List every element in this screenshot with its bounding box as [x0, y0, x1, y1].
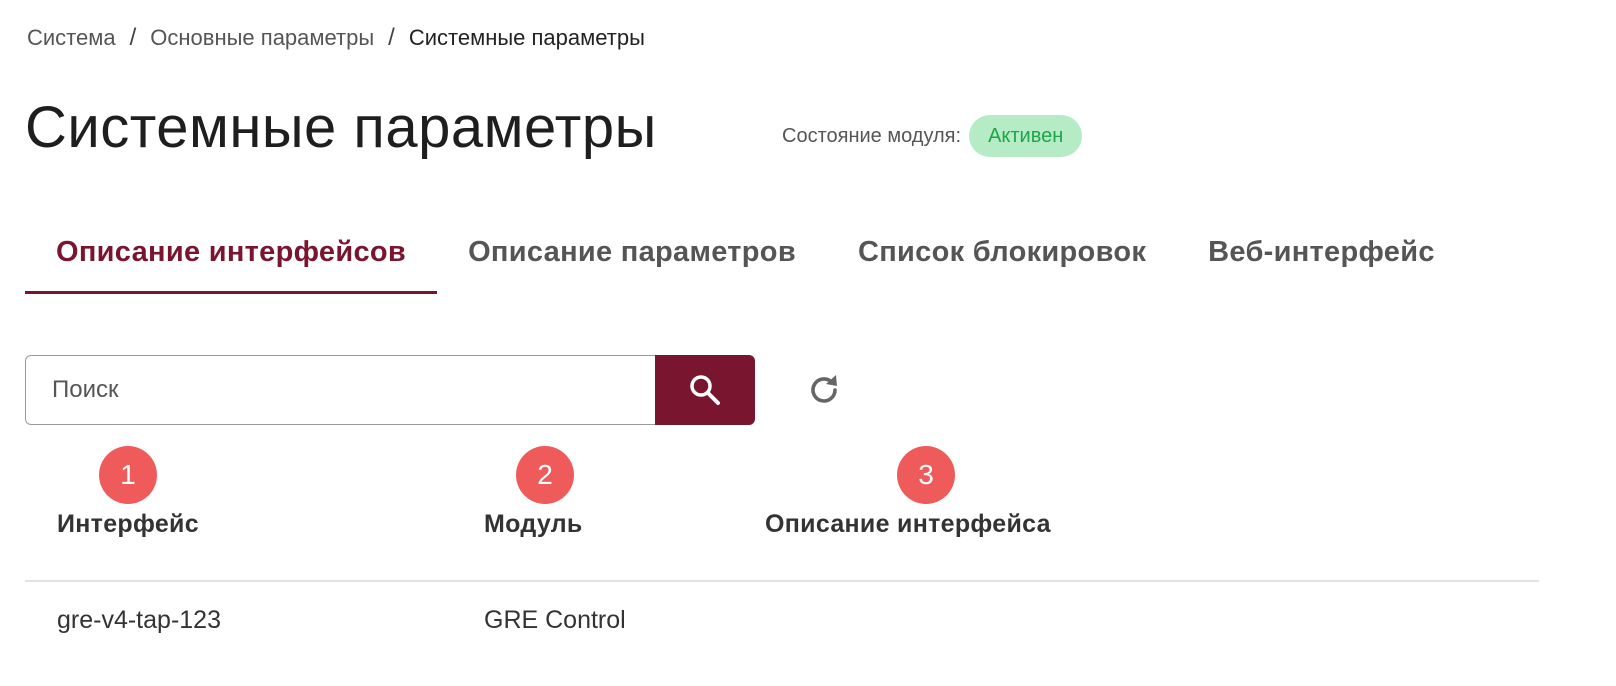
search-bar — [25, 355, 755, 425]
tab-locks[interactable]: Список блокировок — [827, 226, 1177, 294]
cell-interface: gre-v4-tap-123 — [57, 606, 221, 634]
table-divider — [25, 580, 1539, 582]
marker-2: 2 — [516, 446, 574, 504]
marker-3: 3 — [897, 446, 955, 504]
marker-1: 1 — [99, 446, 157, 504]
breadcrumb: Система / Основные параметры / Системные… — [27, 24, 645, 52]
tab-parameters[interactable]: Описание параметров — [437, 226, 827, 294]
search-input[interactable] — [25, 355, 655, 425]
tab-bar: Описание интерфейсов Описание параметров… — [25, 226, 1466, 294]
breadcrumb-separator: / — [388, 24, 395, 51]
tab-interfaces[interactable]: Описание интерфейсов — [25, 226, 438, 294]
column-header-module[interactable]: Модуль — [484, 510, 583, 539]
page-title: Системные параметры — [25, 95, 657, 160]
search-icon — [690, 375, 720, 405]
page: Система / Основные параметры / Системные… — [0, 0, 1616, 686]
column-header-interface[interactable]: Интерфейс — [57, 510, 199, 539]
status-badge: Активен — [969, 115, 1083, 157]
column-header-description[interactable]: Описание интерфейса — [765, 510, 1051, 539]
tab-web-interface[interactable]: Веб-интерфейс — [1177, 226, 1466, 294]
cell-module: GRE Control — [484, 606, 626, 634]
breadcrumb-item-system[interactable]: Система — [27, 24, 116, 52]
breadcrumb-item-main-params[interactable]: Основные параметры — [150, 24, 374, 52]
refresh-icon[interactable] — [806, 372, 842, 408]
module-status: Состояние модуля: Активен — [782, 115, 1083, 157]
status-label: Состояние модуля: — [782, 124, 962, 147]
breadcrumb-item-current: Системные параметры — [408, 25, 645, 50]
breadcrumb-separator: / — [129, 24, 137, 51]
search-button[interactable] — [655, 355, 755, 425]
